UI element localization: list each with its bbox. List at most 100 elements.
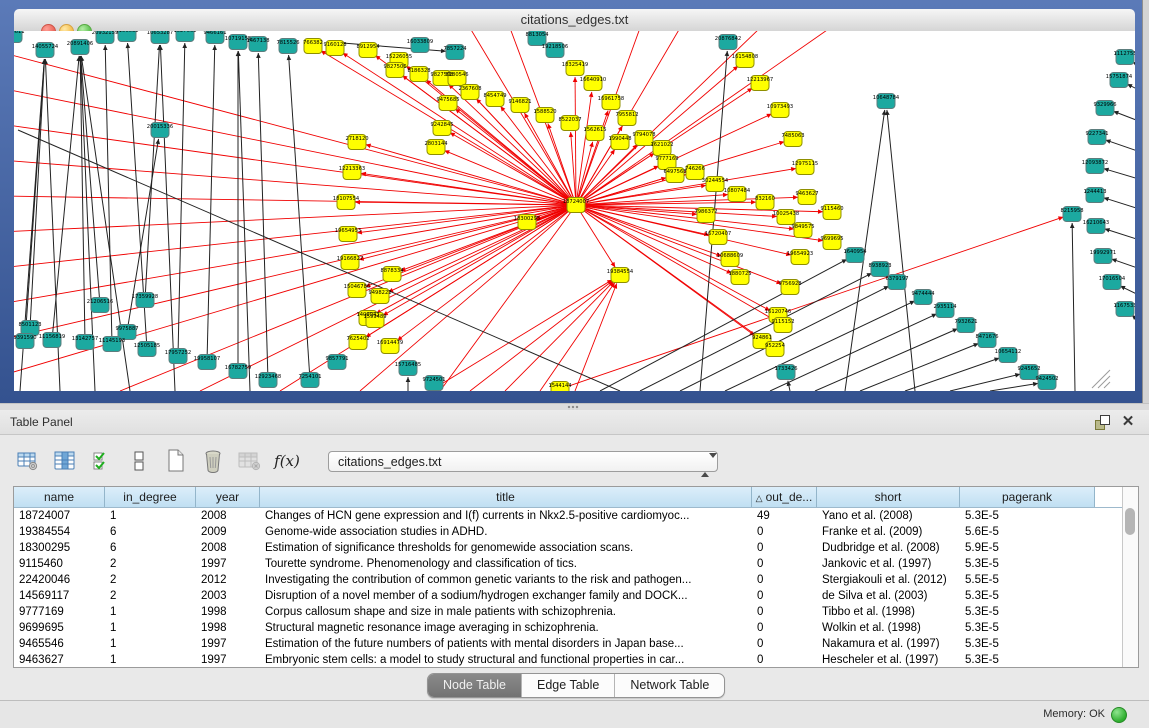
cell-name[interactable]: 9699695 bbox=[14, 620, 105, 636]
graph-edge[interactable] bbox=[383, 209, 569, 316]
graph-edge[interactable] bbox=[14, 52, 568, 203]
cell-in_degree[interactable]: 2 bbox=[105, 572, 196, 588]
column-header-name[interactable]: name bbox=[14, 487, 105, 507]
table-row[interactable]: 1872400712008Changes of HCN gene express… bbox=[14, 508, 1138, 524]
cell-year[interactable]: 1997 bbox=[196, 652, 260, 668]
cell-out_de[interactable]: 0 bbox=[752, 652, 817, 668]
cell-title[interactable]: Embryonic stem cells: a model to study s… bbox=[260, 652, 752, 668]
cell-pagerank[interactable]: 5.5E-5 bbox=[960, 572, 1095, 588]
graph-edge[interactable] bbox=[14, 196, 568, 205]
column-header-short[interactable]: short bbox=[817, 487, 960, 507]
cell-short[interactable]: Tibbo et al. (1998) bbox=[817, 604, 960, 620]
graph-edge[interactable] bbox=[289, 55, 310, 372]
cell-name[interactable]: 14569117 bbox=[14, 588, 105, 604]
cell-short[interactable]: Wolkin et al. (1998) bbox=[817, 620, 960, 636]
graph-edge[interactable] bbox=[887, 110, 915, 391]
graph-edge[interactable] bbox=[770, 314, 937, 391]
graph-edge[interactable] bbox=[1104, 169, 1135, 182]
cell-title[interactable]: Estimation of significance thresholds fo… bbox=[260, 540, 752, 556]
cell-title[interactable]: Structural magnetic resonance image aver… bbox=[260, 620, 752, 636]
cell-title[interactable]: Estimation of the future numbers of pati… bbox=[260, 636, 752, 652]
graph-edge[interactable] bbox=[640, 273, 872, 391]
cell-short[interactable]: Hescheler et al. (1997) bbox=[817, 652, 960, 668]
column-header-out_de[interactable]: △out_de... bbox=[752, 487, 817, 507]
cell-pagerank[interactable]: 5.9E-5 bbox=[960, 540, 1095, 556]
tab-edge-table[interactable]: Edge Table bbox=[521, 674, 614, 697]
citation-network-graph[interactable]: 1872400715226055982750681863289827508818… bbox=[14, 31, 1135, 391]
cell-out_de[interactable]: 0 bbox=[752, 540, 817, 556]
cell-name[interactable]: 9777169 bbox=[14, 604, 105, 620]
graph-edge[interactable] bbox=[440, 211, 571, 391]
graph-edge[interactable] bbox=[548, 124, 573, 198]
cell-pagerank[interactable]: 5.3E-5 bbox=[960, 636, 1095, 652]
show-columns-icon[interactable] bbox=[53, 449, 77, 473]
resize-grip-icon[interactable] bbox=[1104, 382, 1110, 388]
column-checklist-icon[interactable] bbox=[90, 449, 114, 473]
resize-grip-icon[interactable] bbox=[1098, 376, 1110, 388]
cell-pagerank[interactable]: 5.3E-5 bbox=[960, 556, 1095, 572]
graph-edge[interactable] bbox=[584, 205, 777, 216]
graph-edge[interactable] bbox=[583, 209, 770, 311]
cell-year[interactable]: 2003 bbox=[196, 588, 260, 604]
cell-title[interactable]: Tourette syndrome. Phenomenology and cla… bbox=[260, 556, 752, 572]
cell-year[interactable]: 1997 bbox=[196, 636, 260, 652]
graph-edge[interactable] bbox=[505, 281, 614, 391]
cell-title[interactable]: Genome-wide association studies in ADHD. bbox=[260, 524, 752, 540]
cell-name[interactable]: 18300295 bbox=[14, 540, 105, 556]
cell-out_de[interactable]: 0 bbox=[752, 556, 817, 572]
cell-year[interactable]: 2008 bbox=[196, 540, 260, 556]
cell-in_degree[interactable]: 1 bbox=[105, 636, 196, 652]
cell-out_de[interactable]: 0 bbox=[752, 620, 817, 636]
cell-name[interactable]: 22420046 bbox=[14, 572, 105, 588]
table-row[interactable]: 969969511998Structural magnetic resonanc… bbox=[14, 620, 1138, 636]
cell-short[interactable]: Yano et al. (2008) bbox=[817, 508, 960, 524]
cell-pagerank[interactable]: 5.3E-5 bbox=[960, 604, 1095, 620]
graph-edge[interactable] bbox=[388, 208, 569, 292]
table-row[interactable]: 1830029562008Estimation of significance … bbox=[14, 540, 1138, 556]
graph-edge[interactable] bbox=[860, 343, 979, 391]
column-header-pagerank[interactable]: pagerank bbox=[960, 487, 1095, 507]
graph-edge[interactable] bbox=[280, 209, 569, 391]
table-scrollbar[interactable] bbox=[1122, 487, 1138, 667]
function-builder-icon[interactable]: f(x) bbox=[275, 449, 299, 473]
cell-in_degree[interactable]: 1 bbox=[105, 508, 196, 524]
cell-short[interactable]: Dudbridge et al. (2008) bbox=[817, 540, 960, 556]
cell-out_de[interactable]: 0 bbox=[752, 588, 817, 604]
graph-edge[interactable] bbox=[375, 55, 569, 200]
cell-title[interactable]: Corpus callosum shape and size in male p… bbox=[260, 604, 752, 620]
table-row[interactable]: 977716911998Corpus callosum shape and si… bbox=[14, 604, 1138, 620]
cell-out_de[interactable]: 0 bbox=[752, 572, 817, 588]
cell-name[interactable]: 9115460 bbox=[14, 556, 105, 572]
cell-pagerank[interactable]: 5.3E-5 bbox=[960, 588, 1095, 604]
graph-edge[interactable] bbox=[1104, 198, 1135, 212]
graph-edge[interactable] bbox=[540, 282, 615, 391]
table-row[interactable]: 2242004622012Investigating the contribut… bbox=[14, 572, 1138, 588]
table-row[interactable]: 911546021997Tourette syndrome. Phenomeno… bbox=[14, 556, 1138, 572]
graph-edge[interactable] bbox=[450, 132, 569, 201]
cell-in_degree[interactable]: 6 bbox=[105, 524, 196, 540]
cell-year[interactable]: 1998 bbox=[196, 620, 260, 636]
column-header-year[interactable]: year bbox=[196, 487, 260, 507]
cell-name[interactable]: 9465546 bbox=[14, 636, 105, 652]
cell-year[interactable]: 1998 bbox=[196, 604, 260, 620]
cell-in_degree[interactable]: 1 bbox=[105, 652, 196, 668]
network-view-canvas[interactable]: 1872400715226055982750681863289827508818… bbox=[14, 31, 1135, 391]
graph-edge[interactable] bbox=[359, 207, 569, 260]
graph-edge[interactable] bbox=[105, 45, 112, 336]
node-table[interactable]: namein_degreeyeartitle△out_de...shortpag… bbox=[13, 486, 1139, 668]
column-header-title[interactable]: title bbox=[260, 487, 752, 507]
tab-network-table[interactable]: Network Table bbox=[614, 674, 724, 697]
column-header-in_degree[interactable]: in_degree bbox=[105, 487, 196, 507]
float-panel-icon[interactable] bbox=[1095, 415, 1109, 429]
cell-short[interactable]: Stergiakouli et al. (2012) bbox=[817, 572, 960, 588]
cell-out_de[interactable]: 49 bbox=[752, 508, 817, 524]
delete-table-icon[interactable] bbox=[201, 449, 225, 473]
cell-short[interactable]: Nakamura et al. (1997) bbox=[817, 636, 960, 652]
table-settings-icon[interactable] bbox=[16, 449, 40, 473]
graph-edge[interactable] bbox=[575, 77, 576, 197]
cell-name[interactable]: 19384554 bbox=[14, 524, 105, 540]
table-row[interactable]: 1938455462009Genome-wide association stu… bbox=[14, 524, 1138, 540]
cell-year[interactable]: 2008 bbox=[196, 508, 260, 524]
table-row[interactable]: 1456911722003Disruption of a novel membe… bbox=[14, 588, 1138, 604]
table-row[interactable]: 946554611997Estimation of the future num… bbox=[14, 636, 1138, 652]
